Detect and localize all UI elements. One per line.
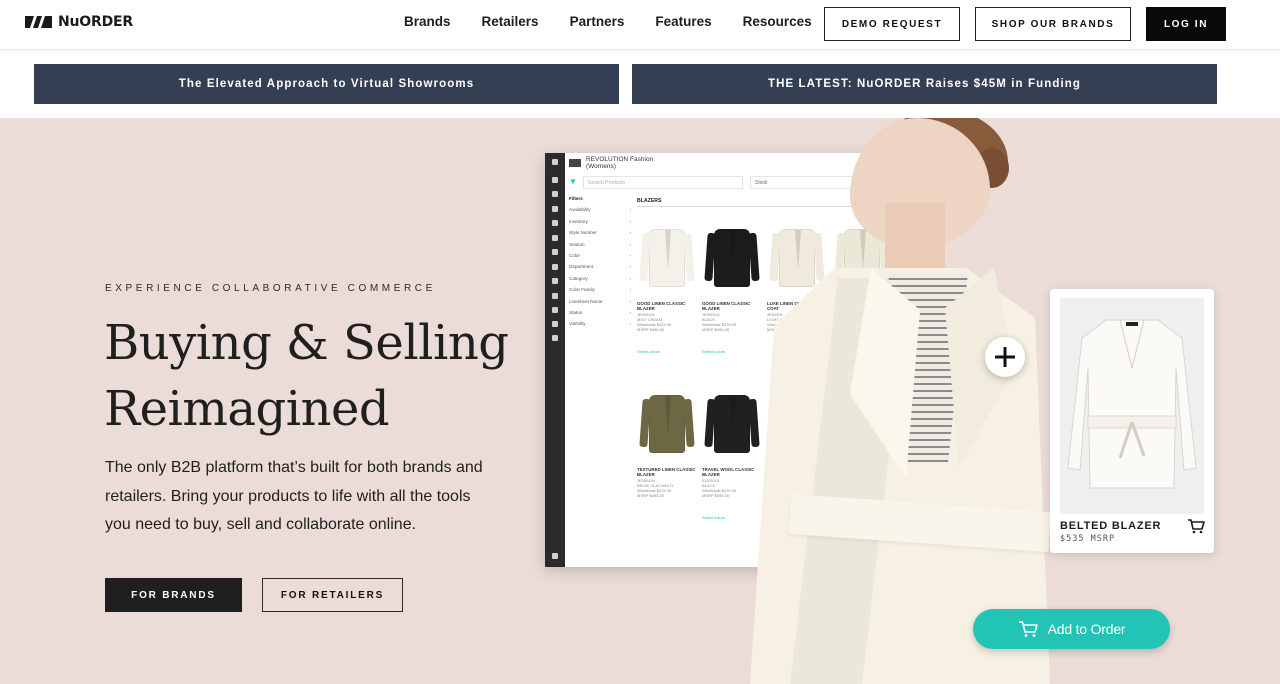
app-title-line-1: REVOLUTION Fashion — [586, 156, 654, 163]
blazer-image-icon — [1060, 298, 1204, 514]
app-sidebar-rail — [545, 153, 565, 567]
nav-link-retailers[interactable]: Retailers — [482, 14, 539, 29]
hero-headline-line-1: Buying & Selling — [104, 315, 509, 371]
product-name: GOOD LINEN CLASSIC BLAZER — [637, 301, 686, 312]
filter-item: Availability ‹ — [569, 207, 631, 213]
cart-icon — [1018, 621, 1038, 637]
filter-item: Department ‹ — [569, 264, 631, 270]
app-search-input: Search Products — [583, 176, 743, 189]
product-image — [637, 389, 697, 459]
filters-panel: Filters Availability ‹ Inventory ‹ Style N… — [569, 196, 631, 333]
nuorder-logo-icon — [25, 16, 52, 28]
hero-eyebrow: EXPERIENCE COLLABORATIVE COMMERCE — [105, 283, 436, 294]
product-card-image — [1060, 298, 1204, 514]
product-tile: TEXTURED LINEN CLASSIC BLAZER JE000104 B… — [637, 389, 697, 499]
filter-item: Style Number ‹ — [569, 230, 631, 236]
banner-funding-news[interactable]: THE LATEST: NuORDER Raises $45M in Fundi… — [632, 64, 1217, 104]
hero-subtext: The only B2B platform that’s built for b… — [105, 459, 483, 533]
hero-headline-line-2: Reimagined — [104, 381, 390, 437]
filter-item: Linesheet Name ‹ — [569, 298, 631, 304]
add-to-order-button[interactable]: Add to Order — [973, 609, 1170, 649]
nav-link-resources[interactable]: Resources — [743, 14, 812, 29]
logo-text: NuORDER — [58, 14, 133, 30]
shop-our-brands-button[interactable]: SHOP OUR BRANDS — [975, 7, 1131, 41]
product-name: TEXTURED LINEN CLASSIC BLAZER — [637, 467, 696, 478]
filter-item: Visibility ‹ — [569, 321, 631, 327]
login-button[interactable]: LOG IN — [1146, 7, 1226, 41]
filter-item: Season ‹ — [569, 241, 631, 247]
select-colors-link: Select colors — [637, 348, 660, 354]
for-brands-button[interactable]: FOR BRANDS — [105, 578, 242, 612]
product-card-name: BELTED BLAZER — [1060, 520, 1162, 532]
filter-item: Status ‹ — [569, 309, 631, 315]
add-hotspot-button[interactable] — [985, 337, 1025, 377]
plus-icon — [995, 347, 1015, 367]
hero-section: EXPERIENCE COLLABORATIVE COMMERCE Buying… — [0, 118, 1280, 684]
nav-link-features[interactable]: Features — [655, 14, 711, 29]
filter-item: Color ‹ — [569, 252, 631, 258]
product-card[interactable]: BELTED BLAZER $535 MSRP — [1050, 289, 1214, 553]
app-title-line-2: (Womens) — [586, 163, 616, 170]
app-title: REVOLUTION Fashion (Womens) — [569, 156, 653, 170]
demo-request-button[interactable]: DEMO REQUEST — [824, 7, 960, 41]
nav-link-brands[interactable]: Brands — [404, 14, 451, 29]
model-photo — [730, 118, 1090, 684]
cart-icon[interactable] — [1187, 518, 1205, 534]
banner-virtual-showrooms[interactable]: The Elevated Approach to Virtual Showroo… — [34, 64, 619, 104]
product-image — [637, 223, 697, 293]
top-nav: NuORDER Brands Retailers Partners Featur… — [0, 0, 1280, 50]
filter-item: Inventory ‹ — [569, 218, 631, 224]
product-tile: GOOD LINEN CLASSIC BLAZER JE000101 MIST … — [637, 223, 697, 354]
for-retailers-button[interactable]: FOR RETAILERS — [262, 578, 403, 612]
logo[interactable]: NuORDER — [25, 14, 133, 30]
filter-icon: ▼ — [569, 177, 577, 186]
hero-headline: Buying & Selling Reimagined — [104, 310, 544, 442]
category-title: BLAZERS — [637, 198, 662, 204]
product-card-price: $535 MSRP — [1060, 534, 1116, 544]
filters-title: Filters — [569, 196, 583, 201]
nav-links: Brands Retailers Partners Features Resou… — [404, 14, 812, 29]
brand-logo-icon — [569, 159, 581, 167]
nav-link-partners[interactable]: Partners — [570, 14, 625, 29]
filter-item: Category ‹ — [569, 275, 631, 281]
add-to-order-label: Add to Order — [1047, 621, 1126, 637]
filter-item: Color Family ‹ — [569, 287, 631, 293]
